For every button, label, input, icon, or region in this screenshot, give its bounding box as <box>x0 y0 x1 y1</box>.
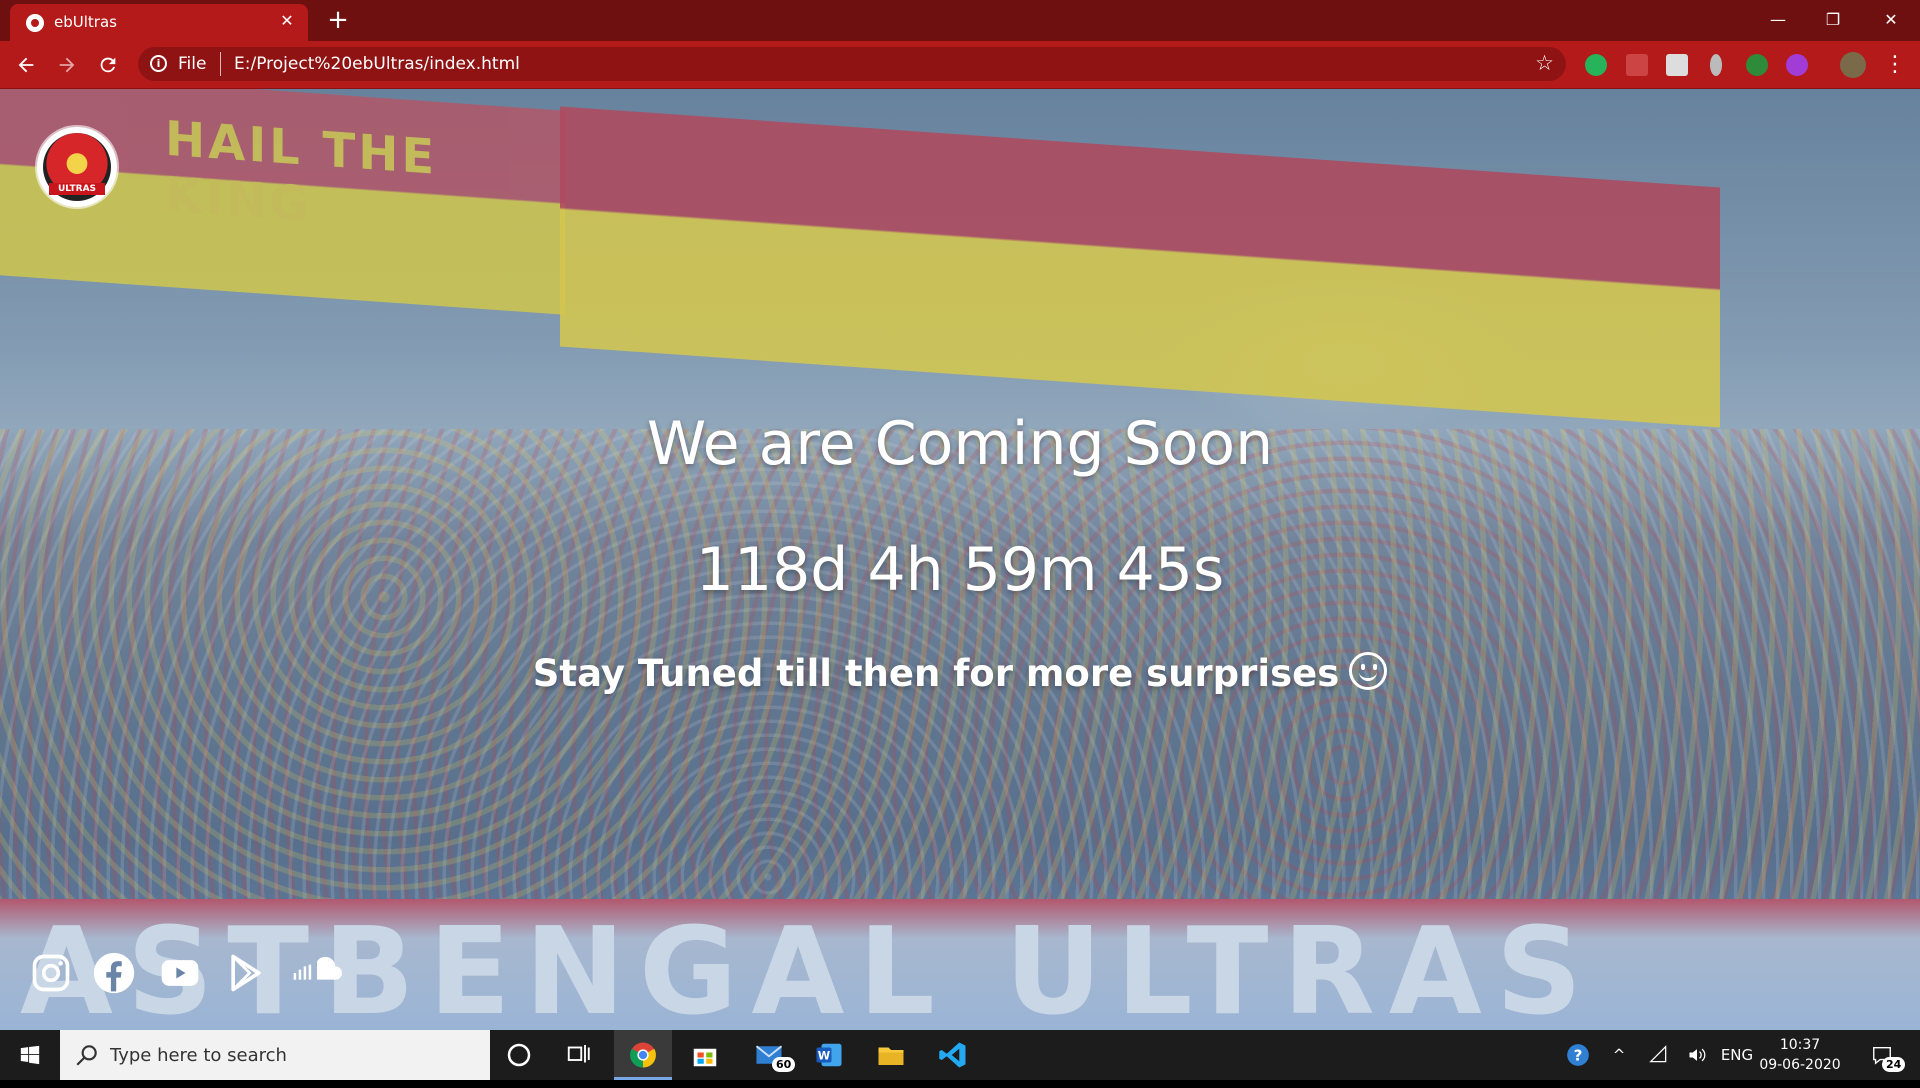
taskbar: Type here to search 60 W ? ^ ENG 10:37 0… <box>0 1030 1920 1080</box>
cortana-button[interactable] <box>490 1030 548 1080</box>
folder-icon <box>878 1047 904 1065</box>
taskbar-word[interactable]: W <box>800 1030 858 1080</box>
countdown-timer: 118d 4h 59m 45s <box>695 535 1225 605</box>
logo-label: ULTRAS <box>49 183 105 195</box>
tagline-text: Stay Tuned till then for more surprises <box>532 652 1340 695</box>
cortana-circle-icon <box>507 1043 531 1067</box>
system-clock[interactable]: 10:37 09-06-2020 <box>1755 1035 1845 1075</box>
volume-icon[interactable] <box>1682 1030 1712 1080</box>
reload-icon <box>100 57 116 73</box>
page-viewport: HAIL THE KING ASTBENGAL ULTRAS ULTRAS We… <box>0 89 1920 1030</box>
address-bar[interactable]: i File E:/Project%20ebUltras/index.html … <box>138 47 1566 81</box>
forward-arrow-icon <box>59 57 75 73</box>
word-icon: W <box>816 1043 842 1067</box>
taskbar-file-explorer[interactable] <box>862 1030 920 1080</box>
url-text[interactable]: E:/Project%20ebUltras/index.html <box>234 54 520 74</box>
extension-icon[interactable] <box>1710 54 1722 76</box>
task-view-icon <box>567 1045 590 1063</box>
url-scheme-label: File <box>178 54 207 74</box>
browser-toolbar: i File E:/Project%20ebUltras/index.html … <box>0 41 1920 89</box>
close-window-button[interactable]: ✕ <box>1864 0 1918 40</box>
back-arrow-icon <box>18 57 34 73</box>
store-icon <box>693 1048 717 1067</box>
instagram-icon[interactable] <box>29 951 73 995</box>
omnibox-divider <box>220 52 221 76</box>
task-view-button[interactable] <box>551 1030 609 1080</box>
browser-menu-icon[interactable]: ⋮ <box>1884 51 1906 79</box>
android-extension-icon[interactable] <box>1746 54 1768 76</box>
page-headline: We are Coming Soon <box>646 409 1274 479</box>
svg-text:W: W <box>818 1049 831 1062</box>
tray-overflow-chevron-icon[interactable]: ^ <box>1604 1030 1634 1080</box>
restore-button[interactable]: ❐ <box>1806 0 1860 40</box>
tab-title: ebUltras <box>54 13 117 31</box>
forward-button[interactable] <box>51 49 83 81</box>
drive-extension-icon[interactable] <box>1666 54 1688 76</box>
new-tab-button[interactable]: + <box>324 6 352 34</box>
chrome-icon <box>630 1042 656 1068</box>
smiley-icon <box>1349 652 1388 690</box>
youtube-icon[interactable] <box>158 951 202 995</box>
site-info-icon[interactable]: i <box>150 55 167 72</box>
back-button[interactable] <box>10 49 42 81</box>
tab-strip: ebUltras ✕ + — ❐ ✕ <box>0 0 1920 41</box>
facebook-icon[interactable] <box>92 951 136 995</box>
language-indicator[interactable]: ENG <box>1718 1030 1756 1080</box>
taskbar-vscode[interactable] <box>924 1030 982 1080</box>
mail-badge: 60 <box>772 1057 796 1072</box>
ultras-logo[interactable]: ULTRAS <box>37 127 117 207</box>
bookmark-star-icon[interactable]: ☆ <box>1535 51 1554 75</box>
network-icon[interactable] <box>1644 1030 1674 1080</box>
tagline: Stay Tuned till then for more surprises <box>0 652 1920 695</box>
taskbar-search-box[interactable]: Type here to search <box>60 1030 490 1080</box>
taskbar-mail[interactable]: 60 <box>740 1030 798 1080</box>
grammarly-extension-icon[interactable] <box>1585 54 1607 76</box>
site-favicon-icon <box>26 14 44 32</box>
reload-button[interactable] <box>92 49 124 81</box>
windows-logo-icon <box>20 1045 40 1065</box>
start-button[interactable] <box>0 1030 60 1080</box>
browser-tab[interactable]: ebUltras ✕ <box>10 4 308 41</box>
taskbar-store[interactable] <box>676 1030 734 1080</box>
taskbar-chrome[interactable] <box>614 1030 672 1080</box>
help-icon[interactable]: ? <box>1560 1030 1596 1080</box>
purple-extension-icon[interactable] <box>1786 54 1808 76</box>
pdf-extension-icon[interactable] <box>1626 54 1648 76</box>
notifications-badge: 24 <box>1882 1057 1906 1072</box>
profile-avatar[interactable] <box>1840 52 1866 78</box>
clock-date: 09-06-2020 <box>1759 1057 1841 1073</box>
svg-text:?: ? <box>1574 1046 1583 1064</box>
search-placeholder: Type here to search <box>110 1045 287 1066</box>
play-store-icon[interactable] <box>224 951 268 995</box>
soundcloud-icon[interactable] <box>292 951 342 995</box>
search-icon <box>76 1045 97 1066</box>
minimize-button[interactable]: — <box>1751 0 1805 40</box>
notifications-button[interactable]: 24 <box>1862 1030 1906 1080</box>
vscode-icon <box>939 1042 966 1068</box>
clock-time: 10:37 <box>1779 1037 1821 1053</box>
tab-close-icon[interactable]: ✕ <box>276 10 298 32</box>
